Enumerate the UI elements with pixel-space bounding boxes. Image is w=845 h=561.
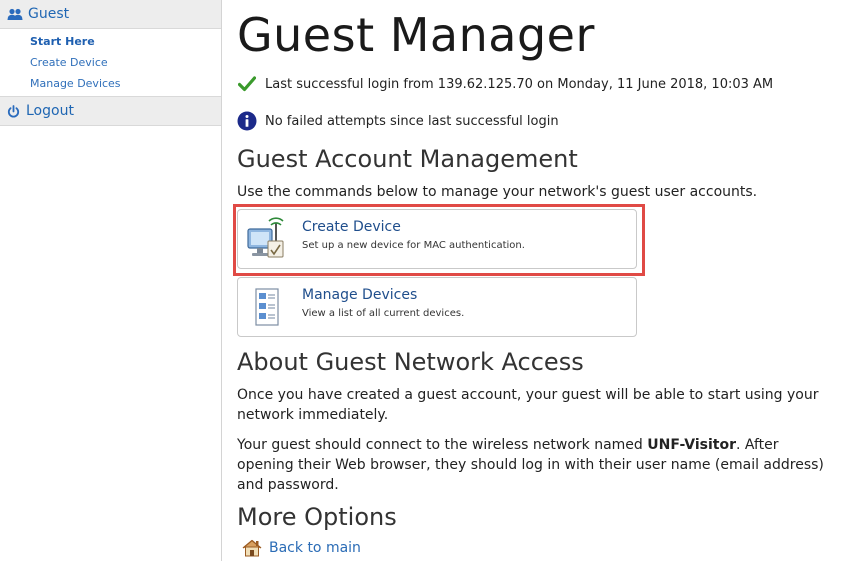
- sidebar-header-label: Guest: [28, 6, 70, 22]
- create-device-description: Set up a new device for MAC authenticati…: [302, 240, 525, 251]
- info-icon: [237, 111, 257, 131]
- sidebar-item-manage-devices[interactable]: Manage Devices: [0, 73, 221, 94]
- sidebar-item-start-here[interactable]: Start Here: [0, 31, 221, 52]
- login-status: Last successful login from 139.62.125.70…: [237, 74, 773, 94]
- failed-attempts-status: No failed attempts since last successful…: [237, 111, 559, 131]
- network-name: UNF-Visitor: [647, 437, 737, 453]
- sidebar-item-create-device[interactable]: Create Device: [0, 52, 221, 73]
- home-icon: [242, 539, 262, 557]
- sidebar: Guest Start Here Create Device Manage De…: [0, 0, 222, 561]
- manage-devices-command[interactable]: Manage Devices View a list of all curren…: [237, 277, 637, 337]
- create-device-icon: [245, 217, 289, 261]
- about-paragraph-1: Once you have created a guest account, y…: [237, 387, 819, 423]
- manage-devices-icon: [245, 285, 289, 329]
- sidebar-item-logout[interactable]: Logout: [0, 96, 221, 126]
- login-status-text: Last successful login from 139.62.125.70…: [265, 76, 774, 92]
- users-icon: [7, 8, 23, 20]
- about-p2-before: Your guest should connect to the wireles…: [237, 437, 648, 453]
- create-device-command[interactable]: Create Device Set up a new device for MA…: [237, 209, 637, 269]
- sidebar-header-guest[interactable]: Guest: [0, 0, 221, 29]
- about-heading: About Guest Network Access: [237, 348, 584, 376]
- more-options-heading: More Options: [237, 503, 397, 531]
- account-management-heading: Guest Account Management: [237, 145, 578, 173]
- create-device-title: Create Device: [302, 219, 401, 235]
- page-title: Guest Manager: [237, 8, 595, 62]
- back-to-main-label: Back to main: [269, 540, 361, 556]
- manage-devices-title: Manage Devices: [302, 287, 418, 303]
- about-paragraph-2: Your guest should connect to the wireles…: [237, 435, 827, 495]
- account-intro-text: Use the commands below to manage your ne…: [237, 184, 758, 200]
- back-to-main-link[interactable]: Back to main: [241, 539, 361, 557]
- logout-label: Logout: [26, 103, 74, 119]
- failed-status-text: No failed attempts since last successful…: [265, 113, 559, 129]
- check-icon: [237, 74, 257, 94]
- manage-devices-description: View a list of all current devices.: [302, 308, 465, 319]
- power-icon: [7, 104, 20, 117]
